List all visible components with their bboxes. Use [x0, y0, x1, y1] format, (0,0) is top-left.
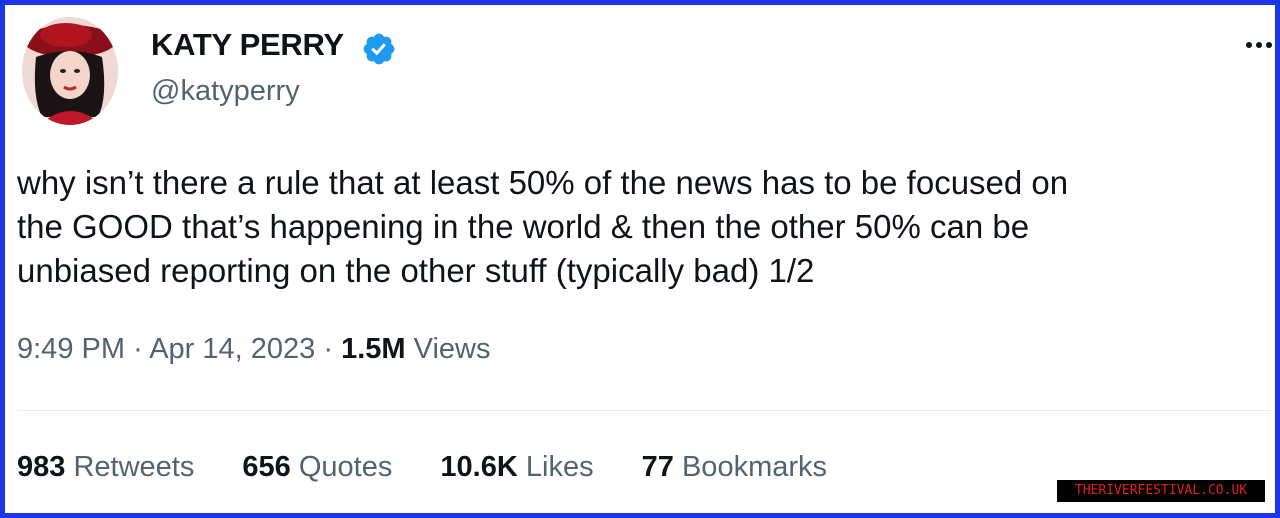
avatar-image	[22, 17, 118, 125]
tweet-text: why isn’t there a rule that at least 50%…	[17, 161, 1273, 293]
retweets-count: 983	[17, 451, 66, 483]
display-name[interactable]: KATY PERRY	[151, 27, 344, 63]
meta-separator: ·	[133, 333, 143, 365]
avatar[interactable]	[22, 17, 118, 125]
tweet-card: KATY PERRY @katyperry why isn’t there a …	[0, 0, 1280, 518]
tweet-text-line: unbiased reporting on the other stuff (t…	[17, 252, 815, 289]
likes-count: 10.6K	[440, 451, 518, 483]
engagement-stats: 983 Retweets 656 Quotes 10.6K Likes 77 B…	[17, 451, 867, 484]
quotes-label: Quotes	[298, 451, 393, 483]
tweet-meta: 9:49 PM · Apr 14, 2023 · 1.5M Views	[17, 333, 490, 366]
views-count: 1.5M	[341, 333, 406, 365]
views-label: Views	[413, 333, 491, 365]
quotes-stat[interactable]: 656 Quotes	[242, 451, 392, 484]
watermark: THERIVERFESTIVAL.CO.UK	[1057, 480, 1265, 502]
tweet-text-line: why isn’t there a rule that at least 50%…	[17, 164, 1069, 201]
quotes-count: 656	[242, 451, 291, 483]
retweets-label: Retweets	[73, 451, 195, 483]
verified-badge-icon	[363, 33, 395, 65]
more-options-icon[interactable]	[1241, 27, 1277, 63]
bookmarks-label: Bookmarks	[681, 451, 828, 483]
bookmarks-stat[interactable]: 77 Bookmarks	[642, 451, 827, 484]
tweet-date[interactable]: Apr 14, 2023	[149, 333, 315, 365]
divider	[17, 410, 1273, 411]
tweet-text-line: the GOOD that’s happening in the world &…	[17, 208, 1030, 245]
likes-label: Likes	[525, 451, 594, 483]
handle[interactable]: @katyperry	[151, 75, 300, 108]
bookmarks-count: 77	[641, 451, 674, 483]
tweet-time[interactable]: 9:49 PM	[17, 333, 125, 365]
meta-separator: ·	[323, 333, 334, 365]
retweets-stat[interactable]: 983 Retweets	[17, 451, 194, 484]
likes-stat[interactable]: 10.6K Likes	[440, 451, 593, 484]
